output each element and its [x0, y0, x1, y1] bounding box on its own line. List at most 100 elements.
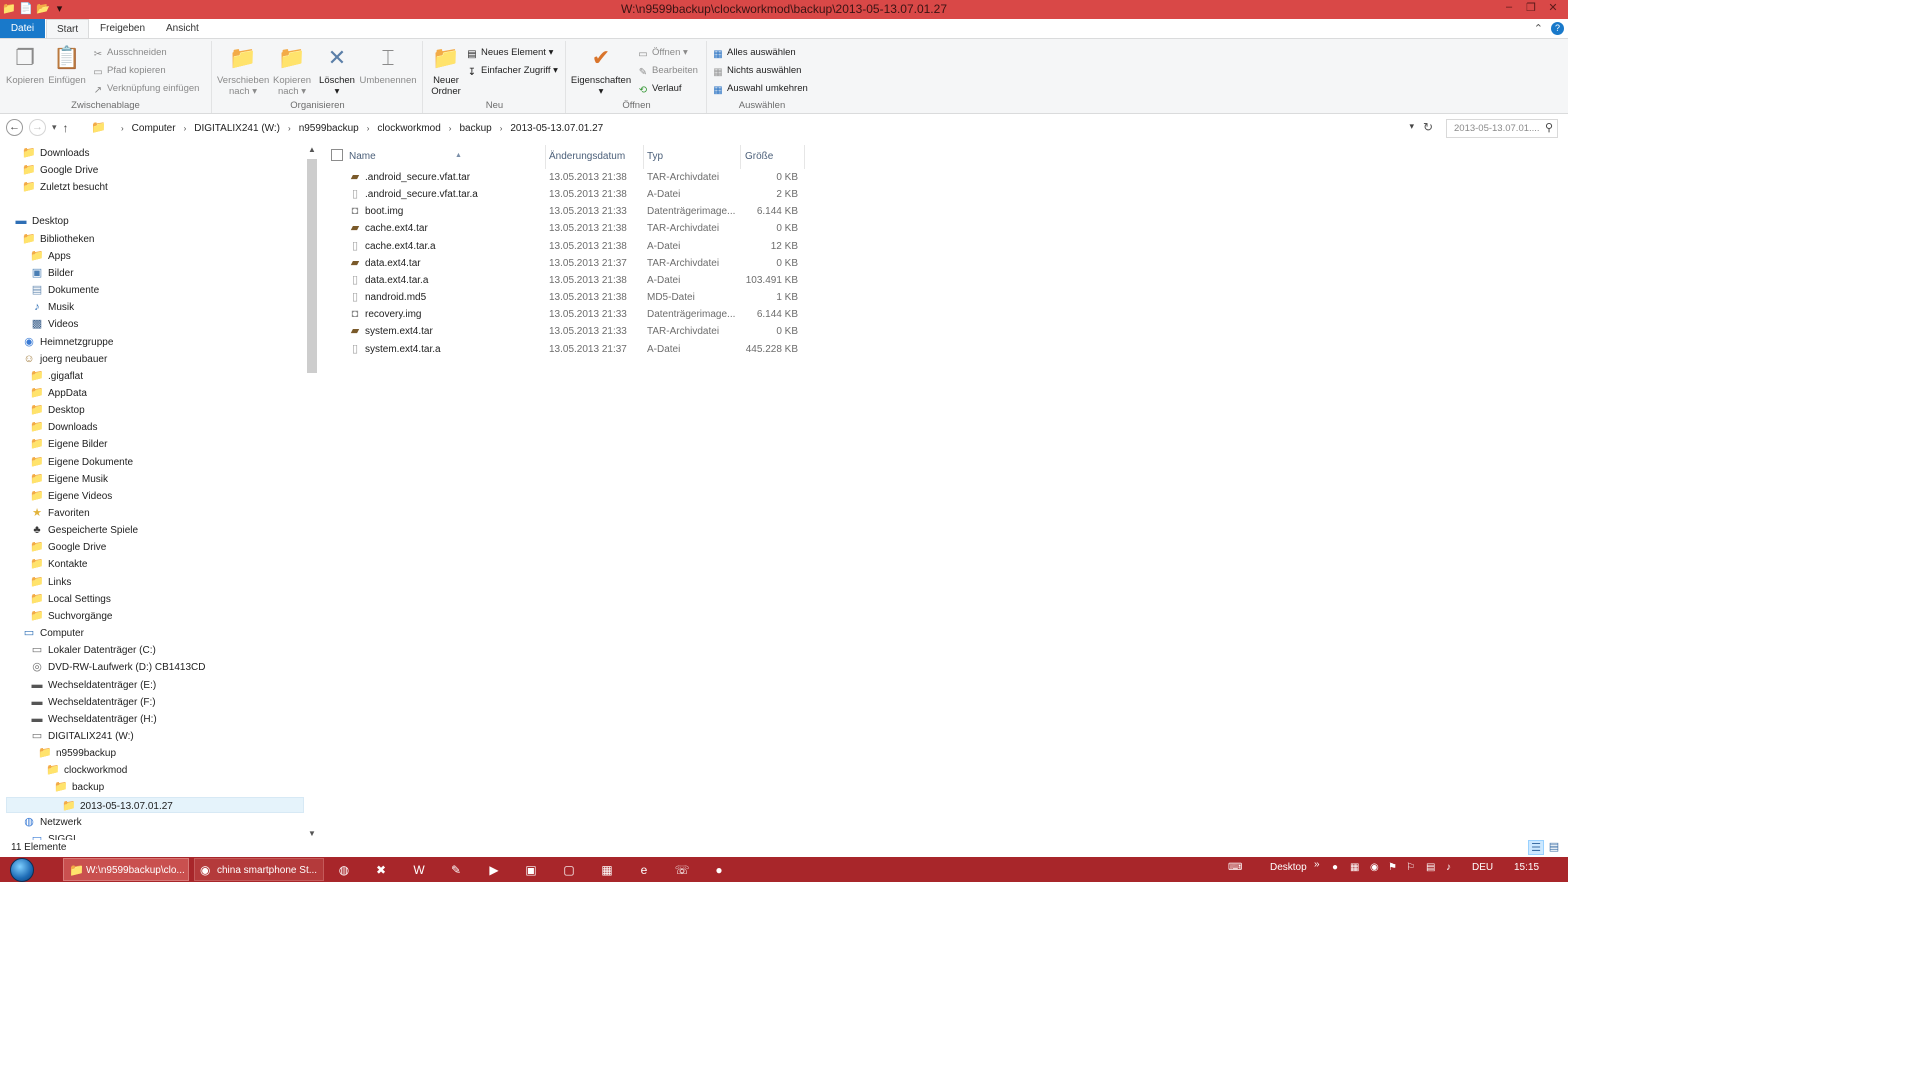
- refresh-icon[interactable]: ↻: [1423, 120, 1433, 134]
- start-button[interactable]: [4, 857, 40, 882]
- tab-view[interactable]: Ansicht: [156, 19, 209, 38]
- recent-locations-icon[interactable]: ▾: [52, 122, 57, 133]
- collapse-ribbon-icon[interactable]: ⌃: [1534, 22, 1543, 35]
- tray-app-icon[interactable]: ●: [1332, 862, 1338, 873]
- nav-item[interactable]: 📁 backup: [54, 779, 104, 795]
- nav-item[interactable]: ▭ DIGITALIX241 (W:): [30, 728, 134, 744]
- nav-item[interactable]: ▩ Videos: [30, 316, 79, 332]
- nav-item[interactable]: ▬ Wechseldatenträger (F:): [30, 694, 156, 710]
- nav-item[interactable]: ♣ Gespeicherte Spiele: [30, 522, 138, 538]
- select-none-button[interactable]: ▦ Nichts auswählen: [712, 63, 801, 79]
- file-row[interactable]: ▰ data.ext4.tar 13.05.2013 21:37 TAR-Archiv…: [346, 255, 806, 272]
- nav-item[interactable]: 📁 Kontakte: [30, 556, 87, 572]
- file-row[interactable]: ◘ recovery.img 13.05.2013 21:33 Datenträger…: [346, 306, 806, 323]
- forward-button[interactable]: →: [29, 119, 46, 136]
- column-header-date[interactable]: Änderungsdatum: [549, 147, 644, 167]
- excel-icon[interactable]: ✖: [371, 860, 391, 880]
- nav-item[interactable]: ★ Favoriten: [30, 505, 90, 521]
- tray-network-icon[interactable]: ▦: [1350, 862, 1359, 873]
- nav-item[interactable]: ▬ Desktop: [14, 213, 69, 229]
- nav-item[interactable]: 📁 Google Drive: [22, 162, 98, 178]
- select-all-button[interactable]: ▦ Alles auswählen: [712, 45, 795, 61]
- open-button[interactable]: ▭ Öffnen ▾: [637, 45, 688, 61]
- clock[interactable]: 15:15: [1514, 862, 1539, 873]
- nav-item[interactable]: 📁 Bibliotheken: [22, 231, 94, 247]
- delete-button[interactable]: ✕ Löschen ▾: [317, 43, 357, 97]
- file-row[interactable]: ▯ system.ext4.tar.a 13.05.2013 21:37 A-Date…: [346, 341, 806, 358]
- desktop-toolbar-label[interactable]: Desktop: [1270, 862, 1307, 873]
- nav-item[interactable]: ▬ Wechseldatenträger (E:): [30, 677, 157, 693]
- copy-path-button[interactable]: ▭ Pfad kopieren: [92, 63, 165, 79]
- file-row[interactable]: ▯ nandroid.md5 13.05.2013 21:38 MD5-Datei 1 …: [346, 289, 806, 306]
- nav-item[interactable]: ▭ SIGGI: [30, 831, 76, 840]
- breadcrumb-item[interactable]: Computer: [132, 123, 176, 134]
- scroll-down-icon[interactable]: ▼: [308, 829, 316, 838]
- tab-start[interactable]: Start: [46, 19, 90, 38]
- file-row[interactable]: ▰ cache.ext4.tar 13.05.2013 21:38 TAR-Archi…: [346, 220, 806, 237]
- calculator-icon[interactable]: ▦: [597, 860, 617, 880]
- nav-item[interactable]: 📁 Eigene Bilder: [30, 436, 107, 452]
- help-icon[interactable]: ?: [1551, 22, 1564, 35]
- column-header-name[interactable]: Name ▲: [349, 147, 544, 167]
- language-indicator[interactable]: DEU: [1472, 862, 1493, 873]
- taskbar-explorer-window[interactable]: 📁 W:\n9599backup\clo...: [63, 858, 189, 881]
- volume-icon[interactable]: ♪: [1446, 862, 1451, 873]
- media-player-icon[interactable]: ▶: [484, 860, 504, 880]
- nav-item[interactable]: 📁 n9599backup: [38, 745, 116, 761]
- file-row[interactable]: ▯ data.ext4.tar.a 13.05.2013 21:38 A-Datei 1…: [346, 272, 806, 289]
- back-button[interactable]: ←: [6, 119, 23, 136]
- toolbar-expand-icon[interactable]: »: [1314, 859, 1320, 870]
- tray-update-icon[interactable]: ◉: [1370, 862, 1379, 873]
- breadcrumb-item[interactable]: n9599backup: [299, 123, 359, 134]
- close-button[interactable]: ✕: [1542, 1, 1564, 14]
- file-row[interactable]: ▯ cache.ext4.tar.a 13.05.2013 21:38 A-Datei…: [346, 238, 806, 255]
- breadcrumb-item[interactable]: 2013-05-13.07.01.27: [510, 123, 603, 134]
- nav-item[interactable]: 📁 Suchvorgänge: [30, 608, 112, 624]
- breadcrumb-item[interactable]: clockworkmod: [377, 123, 440, 134]
- screenshot-tool-icon[interactable]: ▢: [559, 860, 579, 880]
- rename-button[interactable]: ⌶ Umbenennen: [357, 43, 419, 86]
- nav-item[interactable]: 📁 Eigene Videos: [30, 488, 112, 504]
- cut-button[interactable]: ✂ Ausschneiden: [92, 45, 167, 61]
- breadcrumb-item[interactable]: backup: [459, 123, 491, 134]
- details-view-icon[interactable]: ☰: [1528, 840, 1544, 855]
- properties-button[interactable]: ✔ Eigenschaften ▾: [569, 43, 633, 97]
- file-row[interactable]: ▰ .android_secure.vfat.tar 13.05.2013 21:3…: [346, 169, 806, 186]
- search-input[interactable]: 2013-05-13.07.01.... ⚲: [1446, 119, 1558, 138]
- tab-share[interactable]: Freigeben: [90, 19, 155, 38]
- viber-icon[interactable]: ☏: [672, 860, 692, 880]
- nav-item[interactable]: ▭ Computer: [22, 625, 84, 641]
- new-folder-button[interactable]: 📁 Neuer Ordner: [426, 43, 466, 97]
- scrollbar-thumb[interactable]: [307, 159, 317, 373]
- nav-item[interactable]: 📁 Downloads: [22, 145, 89, 161]
- address-dropdown-icon[interactable]: ▾: [1409, 121, 1414, 132]
- new-item-button[interactable]: ▤ Neues Element ▾: [466, 45, 553, 61]
- nav-item[interactable]: 📁 clockworkmod: [46, 762, 127, 778]
- paint-icon[interactable]: ✎: [446, 860, 466, 880]
- nav-item[interactable]: 📁 .gigaflat: [30, 368, 83, 384]
- nav-item[interactable]: ☺ joerg neubauer: [22, 351, 107, 367]
- tray-flag-icon[interactable]: ⚐: [1406, 862, 1415, 873]
- nav-item[interactable]: 📁 AppData: [30, 385, 87, 401]
- nav-item[interactable]: ▭ Lokaler Datenträger (C:): [30, 642, 156, 658]
- nav-item[interactable]: 📁 Eigene Musik: [30, 471, 108, 487]
- navigation-scrollbar[interactable]: ▲ ▼: [306, 143, 318, 840]
- nav-item[interactable]: ◉ Heimnetzgruppe: [22, 334, 113, 350]
- nav-item[interactable]: ◎ DVD-RW-Laufwerk (D:) CB1413CD: [30, 659, 205, 675]
- nav-item[interactable]: ♪ Musik: [30, 299, 74, 315]
- app-red-icon[interactable]: ●: [709, 860, 729, 880]
- tab-file[interactable]: Datei: [0, 19, 45, 38]
- paste-shortcut-button[interactable]: ↗ Verknüpfung einfügen: [92, 81, 200, 97]
- nav-item[interactable]: 📁 Links: [30, 574, 71, 590]
- column-header-type[interactable]: Typ: [647, 147, 742, 167]
- edit-button[interactable]: ✎ Bearbeiten: [637, 63, 698, 79]
- history-button[interactable]: ⟲ Verlauf: [637, 81, 682, 97]
- word-icon[interactable]: W: [409, 860, 429, 880]
- app-icon[interactable]: ▣: [521, 860, 541, 880]
- file-row[interactable]: ◘ boot.img 13.05.2013 21:33 Datenträgerimag…: [346, 203, 806, 220]
- column-header-size[interactable]: Größe: [745, 147, 800, 167]
- invert-selection-button[interactable]: ▦ Auswahl umkehren: [712, 81, 808, 97]
- network-icon[interactable]: ▤: [1426, 862, 1435, 873]
- nav-item[interactable]: ▣ Bilder: [30, 265, 74, 281]
- nav-item[interactable]: 📁 Google Drive: [30, 539, 106, 555]
